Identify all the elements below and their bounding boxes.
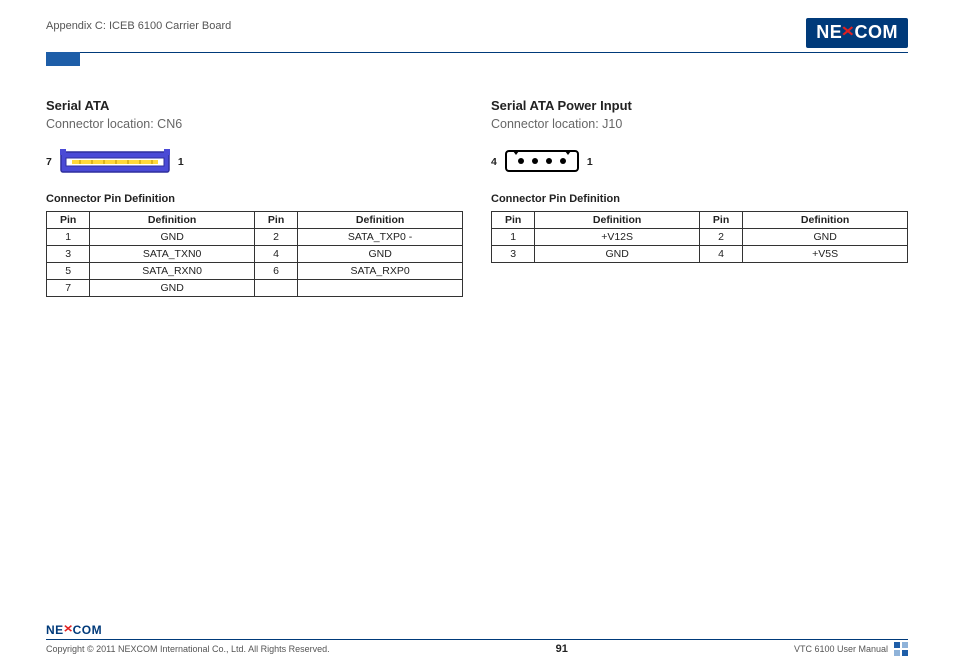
- table-row: 5SATA_RXN06SATA_RXP0: [47, 263, 463, 280]
- appendix-label: Appendix C: ICEB 6100 Carrier Board: [46, 18, 231, 32]
- section-title: Serial ATA Power Input: [491, 98, 908, 113]
- table-row: 1GND2SATA_TXP0 -: [47, 229, 463, 246]
- content: Serial ATA Connector location: CN6 7 1 C…: [46, 98, 908, 297]
- footer-squares-icon: [894, 642, 908, 656]
- header-tab-icon: [46, 52, 80, 66]
- header-rule: [46, 52, 908, 53]
- logo-text-right: COM: [73, 623, 103, 637]
- pin-label-right: 1: [178, 156, 184, 168]
- th-def: Definition: [90, 212, 255, 229]
- manual-name: VTC 6100 User Manual: [794, 644, 888, 654]
- section-subtitle: Connector location: CN6: [46, 117, 463, 131]
- footer-logo: NE✕COM: [46, 623, 102, 637]
- page: Appendix C: ICEB 6100 Carrier Board NE✕C…: [0, 0, 954, 672]
- connector-diagram-row: 7 1: [46, 147, 463, 177]
- table-row: 1+V12S2GND: [492, 229, 908, 246]
- footer-row: Copyright © 2011 NEXCOM International Co…: [46, 642, 908, 656]
- power-connector-icon: [505, 150, 579, 174]
- footer-rule: [46, 639, 908, 640]
- logo-nexcom: NE✕COM: [806, 18, 908, 48]
- th-def: Definition: [298, 212, 463, 229]
- th-pin: Pin: [254, 212, 297, 229]
- section-subtitle: Connector location: J10: [491, 117, 908, 131]
- logo-star-icon: ✕: [63, 624, 74, 635]
- header-row: Appendix C: ICEB 6100 Carrier Board NE✕C…: [46, 18, 908, 50]
- th-def: Definition: [535, 212, 700, 229]
- table-title: Connector Pin Definition: [46, 193, 463, 205]
- logo-text-right: COM: [855, 22, 899, 43]
- th-pin: Pin: [47, 212, 90, 229]
- pin-label-right: 1: [587, 156, 593, 168]
- table-title: Connector Pin Definition: [491, 193, 908, 205]
- table-header-row: Pin Definition Pin Definition: [47, 212, 463, 229]
- page-number: 91: [556, 643, 568, 655]
- table-row: 3SATA_TXN04GND: [47, 246, 463, 263]
- sata-connector-icon: [60, 149, 170, 175]
- section-serial-ata: Serial ATA Connector location: CN6 7 1 C…: [46, 98, 463, 297]
- section-serial-ata-power: Serial ATA Power Input Connector locatio…: [491, 98, 908, 297]
- pin-table: Pin Definition Pin Definition 1GND2SATA_…: [46, 211, 463, 297]
- pin-label-left: 7: [46, 156, 52, 168]
- logo-star-icon: ✕: [841, 23, 856, 40]
- th-pin: Pin: [492, 212, 535, 229]
- pin-label-left: 4: [491, 156, 497, 168]
- pin-table: Pin Definition Pin Definition 1+V12S2GND…: [491, 211, 908, 263]
- footer: NE✕COM Copyright © 2011 NEXCOM Internati…: [46, 621, 908, 656]
- connector-diagram-row: 4 1: [491, 147, 908, 177]
- table-row: 7GND: [47, 280, 463, 297]
- th-def: Definition: [743, 212, 908, 229]
- footer-right: VTC 6100 User Manual: [794, 642, 908, 656]
- copyright-text: Copyright © 2011 NEXCOM International Co…: [46, 644, 330, 654]
- th-pin: Pin: [699, 212, 742, 229]
- section-title: Serial ATA: [46, 98, 463, 113]
- table-row: 3GND4+V5S: [492, 246, 908, 263]
- logo-text-left: NE: [46, 623, 64, 637]
- table-header-row: Pin Definition Pin Definition: [492, 212, 908, 229]
- logo-text-left: NE: [816, 22, 842, 43]
